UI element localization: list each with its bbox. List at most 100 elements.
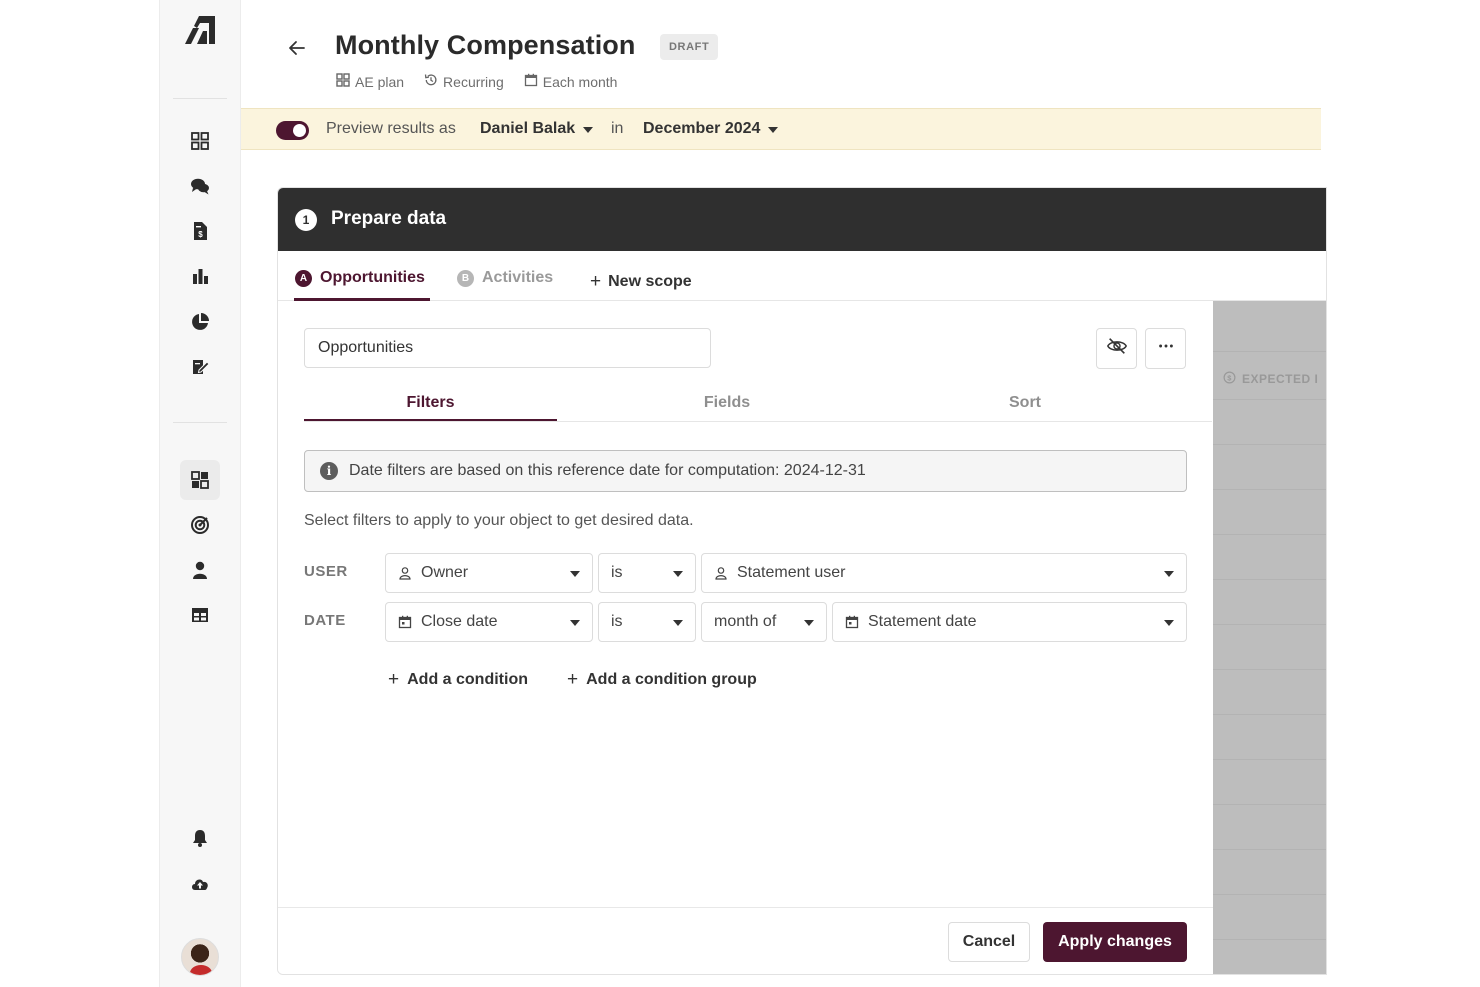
apply-changes-button[interactable]: Apply changes xyxy=(1043,922,1187,962)
status-badge: DRAFT xyxy=(660,34,719,60)
preview-label: Preview results as xyxy=(326,120,456,137)
config-tabs: Filters Fields Sort xyxy=(304,384,1212,422)
add-condition-group-label: Add a condition group xyxy=(586,671,757,688)
calendar-icon xyxy=(398,615,412,629)
chevron-down-icon xyxy=(673,571,683,577)
user-field-select[interactable]: Owner xyxy=(385,553,593,593)
row-divider xyxy=(1213,759,1326,760)
filter-row-label-date: DATE xyxy=(304,612,346,629)
row-divider xyxy=(1213,399,1326,400)
more-options-button[interactable] xyxy=(1145,328,1186,369)
user-outline-icon xyxy=(398,566,412,580)
chat-icon[interactable] xyxy=(180,166,220,206)
date-modifier-select[interactable]: month of xyxy=(701,602,827,642)
preview-toggle[interactable] xyxy=(276,121,309,140)
dollar-circle-icon: $ xyxy=(1223,371,1236,387)
bar-chart-icon[interactable] xyxy=(180,256,220,296)
row-divider xyxy=(1213,894,1326,895)
chevron-down-icon xyxy=(583,127,594,133)
pie-chart-icon[interactable] xyxy=(180,302,220,342)
plans-grid-icon[interactable] xyxy=(180,460,220,500)
card-header: 1 Prepare data xyxy=(278,188,1326,251)
page-title: Monthly Compensation xyxy=(335,30,636,60)
add-condition-label: Add a condition xyxy=(407,671,528,688)
chevron-down-icon xyxy=(1164,620,1174,626)
sidebar: $ xyxy=(159,0,241,987)
edit-document-icon[interactable] xyxy=(180,347,220,387)
plus-icon: + xyxy=(388,669,400,690)
card-title: Prepare data xyxy=(331,208,447,229)
grid-icon xyxy=(336,73,350,90)
hide-scope-button[interactable] xyxy=(1096,328,1137,369)
new-scope-button[interactable]: + New scope xyxy=(590,271,692,293)
cancel-button[interactable]: Cancel xyxy=(948,922,1030,962)
step-number: 1 xyxy=(295,209,317,231)
user-operator-value: is xyxy=(611,564,623,581)
tab-activities[interactable]: B Activities xyxy=(457,269,553,287)
date-value-select[interactable]: Statement date xyxy=(832,602,1187,642)
row-divider xyxy=(1213,939,1326,940)
date-operator-select[interactable]: is xyxy=(598,602,696,642)
date-value: Statement date xyxy=(868,613,977,630)
user-icon[interactable] xyxy=(180,550,220,590)
chevron-down-icon xyxy=(1164,571,1174,577)
row-divider xyxy=(1213,489,1326,490)
user-value: Statement user xyxy=(737,564,846,581)
chevron-down-icon xyxy=(804,620,814,626)
date-modifier-value: month of xyxy=(714,613,777,630)
calendar-icon xyxy=(524,73,538,90)
avatar[interactable] xyxy=(181,938,219,976)
active-tab-indicator xyxy=(294,298,430,301)
app-logo[interactable] xyxy=(182,14,218,46)
dashboard-icon[interactable] xyxy=(180,121,220,161)
tab-label: Activities xyxy=(482,269,554,286)
tab-opportunities[interactable]: A Opportunities xyxy=(295,269,425,287)
chevron-down-icon xyxy=(570,620,580,626)
row-divider xyxy=(1213,714,1326,715)
prepare-data-card: 1 Prepare data A Opportunities B Activit… xyxy=(277,187,1327,975)
history-icon xyxy=(424,73,438,90)
column-header-expected: $ EXPECTED I xyxy=(1223,371,1318,387)
info-icon: i xyxy=(320,462,338,480)
app-window: $ Monthly Compensation DRAFT AE plan Rec… xyxy=(0,0,1480,987)
svg-text:$: $ xyxy=(1227,373,1232,382)
scope-tabs: A Opportunities B Activities + New scope xyxy=(278,251,1326,301)
cloud-upload-icon[interactable] xyxy=(180,864,220,904)
row-divider xyxy=(1213,444,1326,445)
table-icon[interactable] xyxy=(180,595,220,635)
tab-fields[interactable]: Fields xyxy=(602,394,852,412)
preview-period-value: December 2024 xyxy=(643,120,761,137)
user-value-select[interactable]: Statement user xyxy=(701,553,1187,593)
card-footer: Cancel Apply changes xyxy=(278,907,1213,974)
row-divider xyxy=(1213,849,1326,850)
add-condition-button[interactable]: + Add a condition xyxy=(388,669,528,691)
user-operator-select[interactable]: is xyxy=(598,553,696,593)
bell-icon[interactable] xyxy=(180,818,220,858)
tab-filters[interactable]: Filters xyxy=(304,394,557,412)
user-outline-icon xyxy=(714,566,728,580)
tab-label: Opportunities xyxy=(320,269,425,286)
add-condition-group-button[interactable]: + Add a condition group xyxy=(567,669,757,691)
plan-recurrence-label: Recurring xyxy=(443,73,504,90)
target-icon[interactable] xyxy=(180,505,220,545)
date-field-select[interactable]: Close date xyxy=(385,602,593,642)
sidebar-divider xyxy=(173,422,227,423)
active-subtab-indicator xyxy=(304,419,557,421)
plan-recurrence: Recurring xyxy=(424,73,504,90)
row-divider xyxy=(1213,669,1326,670)
preview-user-select[interactable]: Daniel Balak xyxy=(480,120,594,138)
plan-frequency-label: Each month xyxy=(542,73,618,90)
scope-name-input[interactable] xyxy=(304,328,711,368)
invoice-icon[interactable]: $ xyxy=(180,211,220,251)
tab-sort[interactable]: Sort xyxy=(900,394,1150,412)
chevron-down-icon xyxy=(570,571,580,577)
plan-frequency: Each month xyxy=(524,73,618,90)
svg-text:$: $ xyxy=(198,230,203,239)
row-divider xyxy=(1213,804,1326,805)
info-message: Date filters are based on this reference… xyxy=(349,462,866,479)
sidebar-divider xyxy=(173,98,227,99)
back-arrow-icon[interactable] xyxy=(284,35,310,61)
preview-user-value: Daniel Balak xyxy=(480,120,576,137)
column-header-label: EXPECTED I xyxy=(1242,372,1319,386)
preview-period-select[interactable]: December 2024 xyxy=(643,120,779,138)
